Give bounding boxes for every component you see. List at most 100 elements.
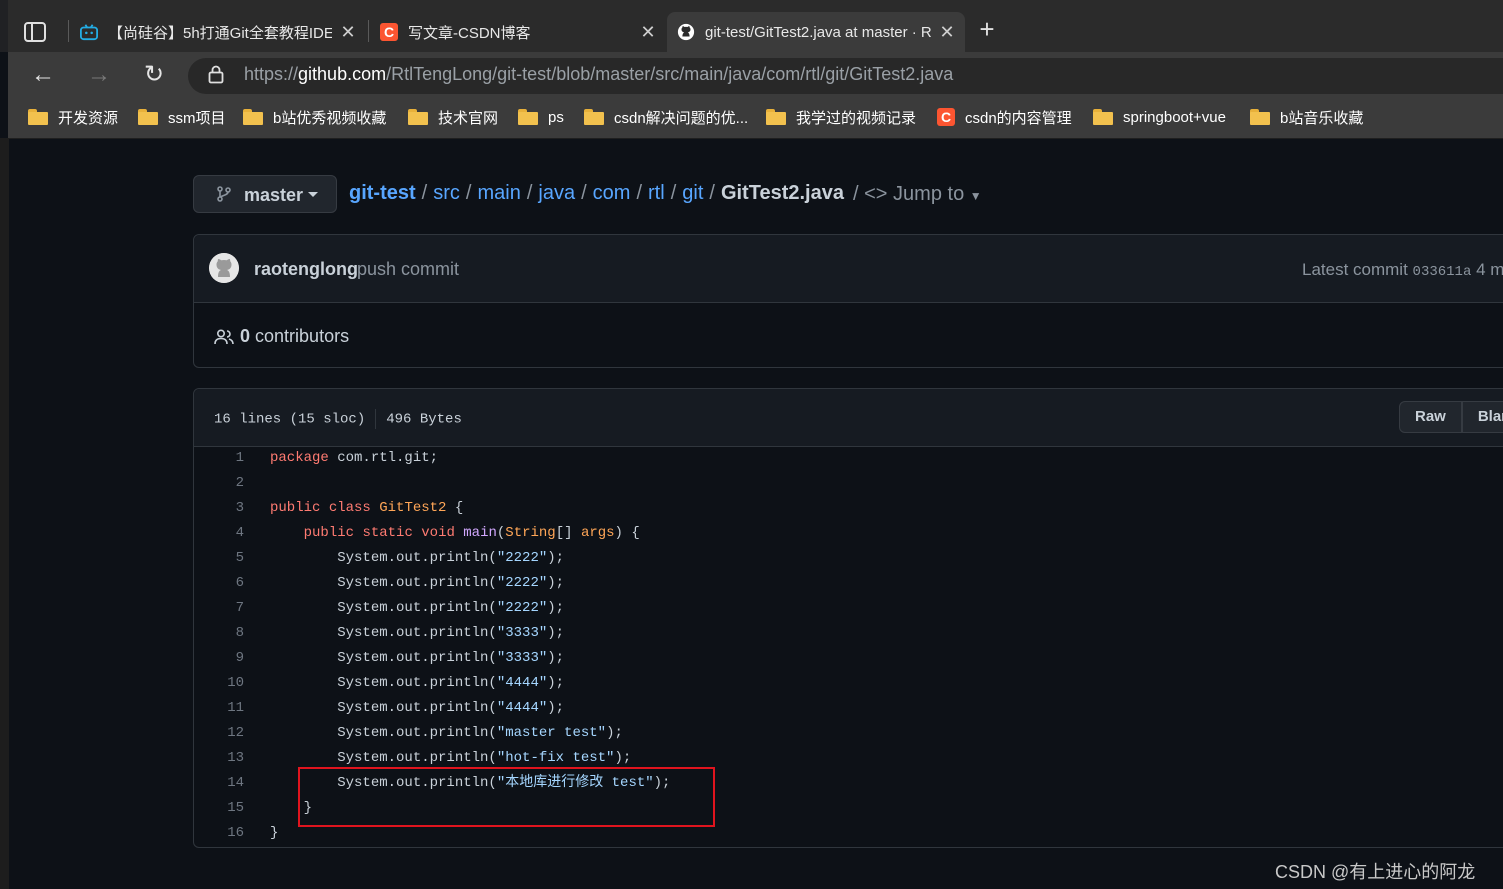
bookmark-label: springboot+vue	[1123, 108, 1226, 126]
branch-selector-button[interactable]: master	[193, 175, 337, 213]
line-number[interactable]: 2	[194, 471, 244, 496]
file-header: 16 lines (15 sloc) 496 Bytes Raw Blam	[194, 389, 1503, 447]
address-bar-row: ← → ↻ https://github.com/RtlTengLong/git…	[8, 52, 1503, 98]
line-number[interactable]: 9	[194, 646, 244, 671]
code-text: }	[270, 825, 279, 841]
chevron-down-icon: ▼	[969, 189, 982, 203]
folder-icon	[1093, 109, 1113, 125]
code-line: 4 public static void main(String[] args)…	[194, 521, 1503, 546]
contributors-count: 0	[240, 326, 251, 346]
commit-hash[interactable]: 033611a	[1413, 264, 1472, 280]
line-number[interactable]: 4	[194, 521, 244, 546]
new-tab-icon[interactable]: +	[976, 16, 998, 42]
tab-separator	[368, 20, 369, 42]
commit-message[interactable]: push commit	[357, 259, 459, 280]
code-line: 5 System.out.println("2222");	[194, 546, 1503, 571]
bookmark-item[interactable]: 技术官网	[408, 106, 498, 128]
close-icon[interactable]: ✕	[939, 23, 955, 41]
line-number[interactable]: 16	[194, 821, 244, 846]
code-line: 7 System.out.println("2222");	[194, 596, 1503, 621]
blame-button[interactable]: Blam	[1461, 401, 1503, 433]
line-number[interactable]: 11	[194, 696, 244, 721]
line-number[interactable]: 10	[194, 671, 244, 696]
line-number[interactable]: 14	[194, 771, 244, 796]
bookmark-label: ssm项目	[168, 109, 226, 127]
file-actions: Raw Blam	[1399, 401, 1503, 433]
lock-icon[interactable]	[206, 64, 226, 84]
branch-name: master	[244, 185, 304, 205]
bookmark-item[interactable]: csdn解决问题的优...	[584, 106, 748, 128]
code-text: System.out.println("2222");	[270, 550, 565, 566]
latest-commit-info: Latest commit 033611a 4 m	[1302, 260, 1503, 280]
forward-arrow-icon[interactable]: →	[86, 62, 112, 88]
line-number[interactable]: 12	[194, 721, 244, 746]
bookmark-label: csdn的内容管理	[965, 109, 1072, 127]
url-scheme: https://	[244, 64, 299, 84]
bookmark-item[interactable]: ps	[518, 106, 564, 128]
back-arrow-icon[interactable]: ←	[30, 62, 56, 88]
code-text: System.out.println("4444");	[270, 700, 565, 716]
folder-icon	[1250, 109, 1270, 125]
tab-bilibili[interactable]: 【尚硅谷】5h打通Git全套教程IDE ✕	[70, 12, 366, 52]
bookmark-item[interactable]: b站音乐收藏	[1250, 106, 1363, 128]
line-number[interactable]: 1	[194, 446, 244, 471]
code-text: package com.rtl.git;	[270, 450, 439, 466]
reload-icon[interactable]: ↻	[141, 62, 167, 88]
line-number[interactable]: 8	[194, 621, 244, 646]
avatar[interactable]	[209, 253, 239, 283]
breadcrumb-java[interactable]: java	[538, 182, 575, 204]
tab-github-file[interactable]: git-test/GitTest2.java at master · R ✕	[667, 12, 965, 52]
bookmark-item[interactable]: Ccsdn的内容管理	[937, 106, 1072, 128]
watermark: CSDN @有上进心的阿龙	[1275, 862, 1476, 882]
breadcrumb-com[interactable]: com	[593, 182, 631, 204]
tab-actions-icon[interactable]	[22, 19, 48, 45]
code-line: 12 System.out.println("master test");	[194, 721, 1503, 746]
line-number[interactable]: 13	[194, 746, 244, 771]
breadcrumb-rtl[interactable]: rtl	[648, 182, 665, 204]
line-number[interactable]: 7	[194, 596, 244, 621]
github-icon	[677, 23, 695, 41]
bookmark-label: csdn解决问题的优...	[614, 109, 749, 127]
bookmark-item[interactable]: 开发资源	[28, 106, 118, 128]
file-info: 16 lines (15 sloc) 496 Bytes	[214, 409, 462, 429]
folder-icon	[28, 109, 48, 125]
code-text: public static void main(String[] args) {	[303, 525, 640, 541]
line-number[interactable]: 15	[194, 796, 244, 821]
jump-to-button[interactable]: / <> Jump to ▼	[853, 183, 982, 206]
line-count: 16 lines (15 sloc)	[214, 411, 366, 428]
code-line: 3 public class GitTest2 {	[194, 496, 1503, 521]
code-icon: <>	[864, 183, 888, 205]
close-icon[interactable]: ✕	[340, 23, 356, 41]
bookmark-item[interactable]: b站优秀视频收藏	[243, 106, 386, 128]
tab-csdn-write[interactable]: C 写文章-CSDN博客 ✕	[370, 12, 666, 52]
bookmark-item[interactable]: 我学过的视频记录	[766, 106, 916, 128]
contributors-link[interactable]: 0 contributors	[214, 326, 349, 347]
commit-author[interactable]: raotenglong	[254, 259, 358, 280]
folder-icon	[408, 109, 428, 125]
line-number[interactable]: 5	[194, 546, 244, 571]
code-line: 9 System.out.println("3333");	[194, 646, 1503, 671]
code-text: System.out.println("2222");	[270, 575, 565, 591]
bookmark-label: ps	[548, 108, 564, 126]
url-text[interactable]: https://github.com/RtlTengLong/git-test/…	[244, 64, 953, 85]
people-icon	[214, 328, 234, 344]
breadcrumb-main[interactable]: main	[477, 182, 520, 204]
breadcrumb-git[interactable]: git	[682, 182, 703, 204]
breadcrumb-repo[interactable]: git-test	[349, 182, 416, 204]
highlight-box	[298, 767, 715, 827]
bookmark-label: b站优秀视频收藏	[273, 109, 387, 127]
bookmark-label: 技术官网	[438, 109, 499, 127]
line-number[interactable]: 3	[194, 496, 244, 521]
code-text: System.out.println("4444");	[270, 675, 565, 691]
git-branch-icon	[217, 186, 231, 202]
tab-title: 写文章-CSDN博客	[408, 24, 531, 42]
code-line: 10 System.out.println("4444");	[194, 671, 1503, 696]
line-number[interactable]: 6	[194, 571, 244, 596]
browser-tab-bar: 【尚硅谷】5h打通Git全套教程IDE ✕ C 写文章-CSDN博客 ✕ git…	[0, 0, 1503, 52]
raw-button[interactable]: Raw	[1399, 401, 1462, 433]
bookmark-item[interactable]: springboot+vue	[1093, 106, 1226, 128]
bookmark-item[interactable]: ssm项目	[138, 106, 226, 128]
breadcrumb-src[interactable]: src	[433, 182, 460, 204]
close-icon[interactable]: ✕	[640, 23, 656, 41]
jump-to-label: Jump to	[893, 183, 965, 205]
